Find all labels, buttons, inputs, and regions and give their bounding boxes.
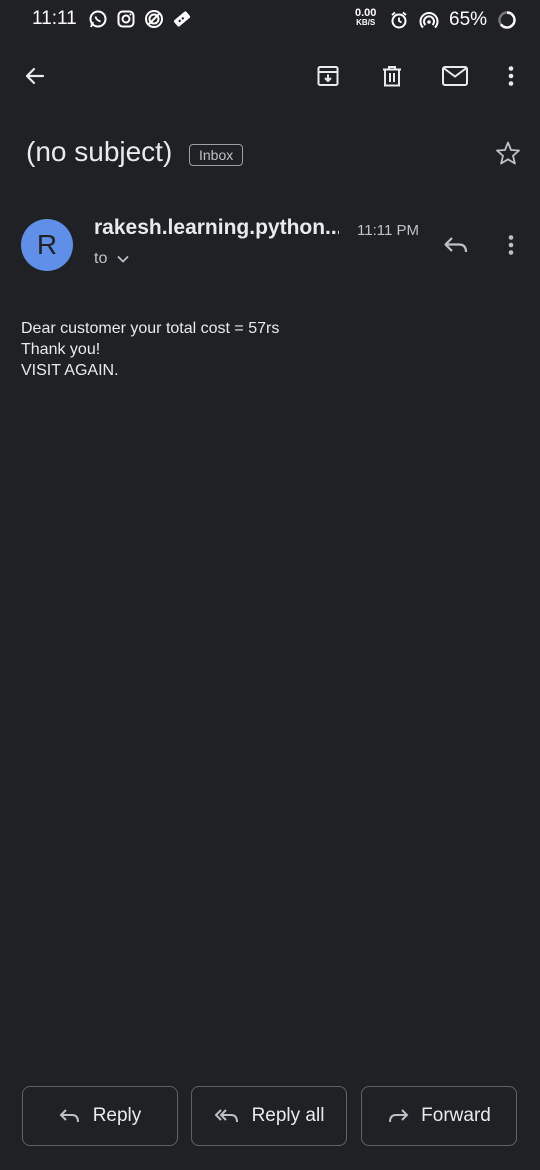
forward-button-label: Forward (421, 1105, 491, 1126)
battery-icon (497, 10, 517, 30)
body-line: Dear customer your total cost = 57rs (21, 320, 280, 337)
reply-all-icon (214, 1108, 240, 1124)
sender-avatar[interactable]: R (21, 219, 73, 271)
mark-unread-icon[interactable] (435, 56, 475, 96)
alarm-icon (389, 10, 409, 30)
forward-button[interactable]: Forward (361, 1086, 517, 1146)
body-line: VISIT AGAIN. (21, 362, 119, 379)
reply-button[interactable]: Reply (22, 1086, 178, 1146)
back-arrow-icon[interactable] (15, 56, 55, 96)
network-speed-unit: KB/S (356, 18, 376, 27)
more-vert-icon[interactable] (491, 56, 531, 96)
notification-icons (88, 9, 192, 29)
message-body: Dear customer your total cost = 57rs Tha… (21, 318, 279, 381)
reply-icon[interactable] (436, 225, 476, 265)
whatsapp-icon (88, 9, 108, 29)
archive-icon[interactable] (308, 56, 348, 96)
reply-all-button[interactable]: Reply all (191, 1086, 347, 1146)
message-time: 11:11 PM (357, 222, 419, 239)
reply-button-label: Reply (92, 1105, 142, 1126)
reply-all-button-label: Reply all (251, 1105, 325, 1126)
sender-name[interactable]: rakesh.learning.python... (94, 216, 339, 240)
target-app-icon (144, 9, 164, 29)
recipient-details-toggle[interactable]: to (94, 250, 129, 268)
delete-icon[interactable] (372, 56, 412, 96)
status-right: 65% (389, 9, 517, 31)
star-icon[interactable] (488, 133, 528, 173)
ticket-icon (172, 9, 192, 29)
instagram-icon (116, 9, 136, 29)
reply-icon (59, 1108, 81, 1124)
inbox-label-chip[interactable]: Inbox (189, 144, 244, 166)
body-line: Thank you! (21, 341, 101, 358)
network-speed: 0.00 KB/S (355, 8, 376, 27)
message-more-icon[interactable] (491, 225, 531, 265)
battery-percent: 65% (449, 9, 488, 30)
recipient-prefix: to (94, 250, 108, 267)
hotspot-icon (419, 10, 439, 30)
chevron-down-icon (117, 255, 129, 263)
forward-icon (387, 1108, 409, 1124)
message-subject: (no subject) (26, 136, 173, 167)
status-time: 11:11 (32, 8, 77, 29)
